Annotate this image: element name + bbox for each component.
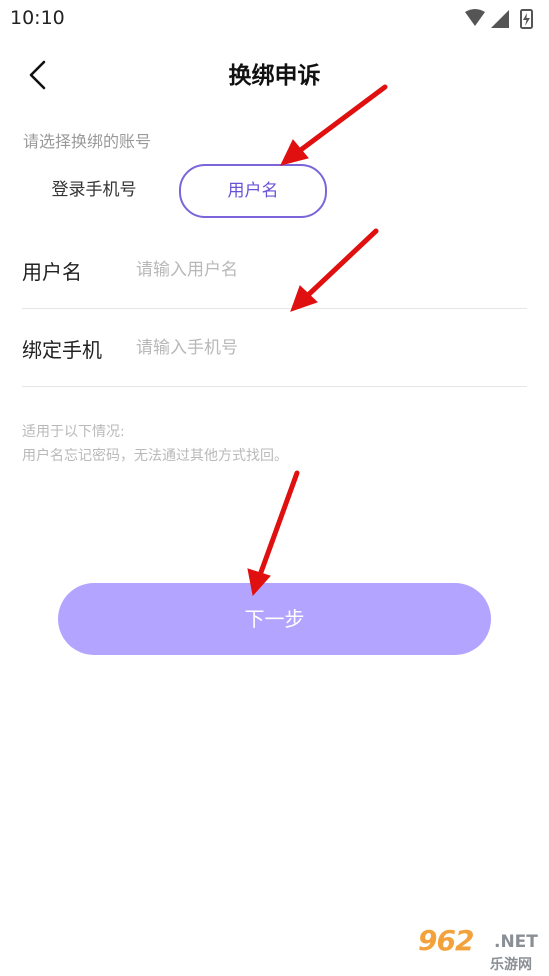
- usage-note: 适用于以下情况: 用户名忘记密码，无法通过其他方式找回。: [22, 420, 288, 468]
- wifi-icon: [465, 9, 485, 26]
- watermark-logo: 962: [418, 924, 474, 957]
- account-type-selector: 登录手机号 用户名: [0, 164, 549, 218]
- page-title: 换绑申诉: [228, 63, 321, 89]
- next-button[interactable]: 下一步: [58, 583, 491, 655]
- phone-row: 绑定手机: [22, 310, 527, 387]
- usage-note-line1: 适用于以下情况:: [22, 424, 125, 440]
- status-bar: 10:10: [0, 0, 549, 38]
- option-username[interactable]: 用户名: [179, 164, 327, 218]
- account-type-label: 请选择换绑的账号: [23, 132, 152, 151]
- status-icons: [465, 9, 533, 29]
- title-bar: 换绑申诉: [0, 44, 549, 104]
- site-watermark: 962 .NET 乐游网: [416, 922, 546, 976]
- username-row: 用户名: [22, 232, 527, 309]
- username-label: 用户名: [22, 260, 82, 284]
- status-time: 10:10: [10, 7, 65, 29]
- watermark-cn: 乐游网: [490, 957, 532, 973]
- phone-input[interactable]: [136, 332, 516, 364]
- username-input[interactable]: [136, 254, 516, 286]
- signal-icon: [491, 10, 509, 28]
- annotation-arrow-3: [247, 470, 300, 597]
- usage-note-line2: 用户名忘记密码，无法通过其他方式找回。: [22, 448, 288, 464]
- option-login-phone[interactable]: 登录手机号: [34, 164, 154, 216]
- watermark-net: .NET: [494, 932, 538, 952]
- phone-label: 绑定手机: [22, 338, 102, 362]
